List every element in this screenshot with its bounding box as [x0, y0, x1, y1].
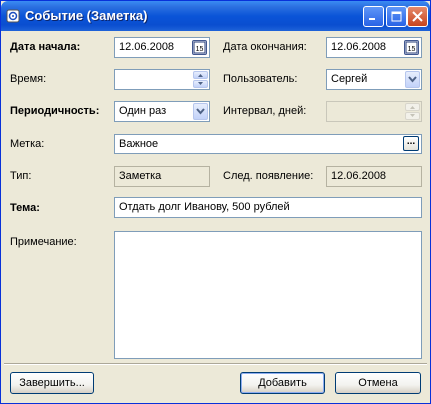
minimize-icon: [369, 18, 375, 20]
chevron-up-icon: [198, 74, 203, 77]
chevron-down-icon: [198, 82, 203, 85]
chevron-down-icon: [408, 76, 417, 83]
note-label: Примечание:: [10, 236, 77, 248]
subject-value: Отдать долг Иванову, 500 рублей: [119, 201, 290, 213]
spin-up-button: [405, 103, 420, 111]
footer-separator: [4, 363, 427, 365]
tag-value: Важное: [119, 138, 159, 150]
start-date-label: Дата начала:: [10, 41, 81, 53]
end-date-calendar-button[interactable]: 15: [404, 40, 419, 55]
user-label: Пользователь:: [223, 73, 298, 85]
start-date-value: 12.06.2008: [119, 41, 175, 53]
user-value: Сергей: [331, 73, 368, 85]
calendar-icon-text: 15: [196, 46, 204, 53]
tag-label: Метка:: [10, 138, 45, 150]
chevron-down-icon: [410, 114, 415, 117]
spin-down-button[interactable]: [193, 80, 208, 88]
periodicity-value: Один раз: [119, 105, 167, 117]
tag-field[interactable]: Важное ...: [114, 134, 422, 154]
calendar-icon: 15: [405, 41, 418, 54]
time-field[interactable]: [114, 69, 210, 90]
next-occurrence-value: 12.06.2008: [331, 170, 387, 182]
close-icon: [412, 11, 423, 22]
subject-label: Тема:: [10, 202, 40, 214]
user-select[interactable]: Сергей: [326, 69, 422, 90]
type-field: Заметка: [114, 166, 210, 187]
tag-browse-button[interactable]: ...: [403, 136, 419, 151]
type-value: Заметка: [119, 170, 162, 182]
maximize-button[interactable]: [386, 6, 407, 27]
chevron-down-icon: [196, 108, 205, 115]
periodicity-dropdown-button[interactable]: [193, 103, 208, 120]
interval-field: [326, 101, 422, 122]
title-bar[interactable]: Событие (Заметка): [1, 1, 430, 31]
type-label: Тип:: [10, 170, 32, 182]
finish-button[interactable]: Завершить...: [10, 372, 94, 394]
spin-down-button: [405, 112, 420, 120]
note-textarea[interactable]: [114, 231, 422, 359]
end-date-field[interactable]: 12.06.2008 15: [326, 37, 422, 58]
dialog-body: Дата начала: 12.06.2008 15 Дата окончани…: [4, 31, 427, 401]
interval-label: Интервал, дней:: [223, 105, 307, 117]
next-occurrence-label: След. появление:: [223, 170, 314, 182]
spin-up-button[interactable]: [193, 71, 208, 79]
event-dialog: Событие (Заметка) Дата начала: 12.06.200…: [0, 0, 431, 404]
app-icon: [6, 9, 20, 23]
start-date-field[interactable]: 12.06.2008 15: [114, 37, 210, 58]
start-date-calendar-button[interactable]: 15: [192, 40, 207, 55]
next-occurrence-field: 12.06.2008: [326, 166, 422, 187]
periodicity-select[interactable]: Один раз: [114, 101, 210, 122]
time-spinner[interactable]: [193, 71, 208, 88]
periodicity-label: Периодичность:: [10, 105, 100, 117]
end-date-label: Дата окончания:: [223, 41, 307, 53]
end-date-value: 12.06.2008: [331, 41, 387, 53]
interval-spinner: [405, 103, 420, 120]
add-button[interactable]: Добавить: [240, 372, 325, 394]
cancel-button[interactable]: Отмена: [335, 372, 421, 394]
close-button[interactable]: [407, 6, 428, 27]
calendar-icon-text: 15: [408, 46, 416, 53]
subject-field[interactable]: Отдать долг Иванову, 500 рублей: [114, 197, 422, 218]
minimize-button[interactable]: [363, 6, 384, 27]
time-label: Время:: [10, 73, 47, 85]
user-dropdown-button[interactable]: [405, 71, 420, 88]
chevron-up-icon: [410, 106, 415, 109]
maximize-icon: [391, 11, 402, 22]
calendar-icon: 15: [193, 41, 206, 54]
window-title: Событие (Заметка): [25, 8, 148, 23]
